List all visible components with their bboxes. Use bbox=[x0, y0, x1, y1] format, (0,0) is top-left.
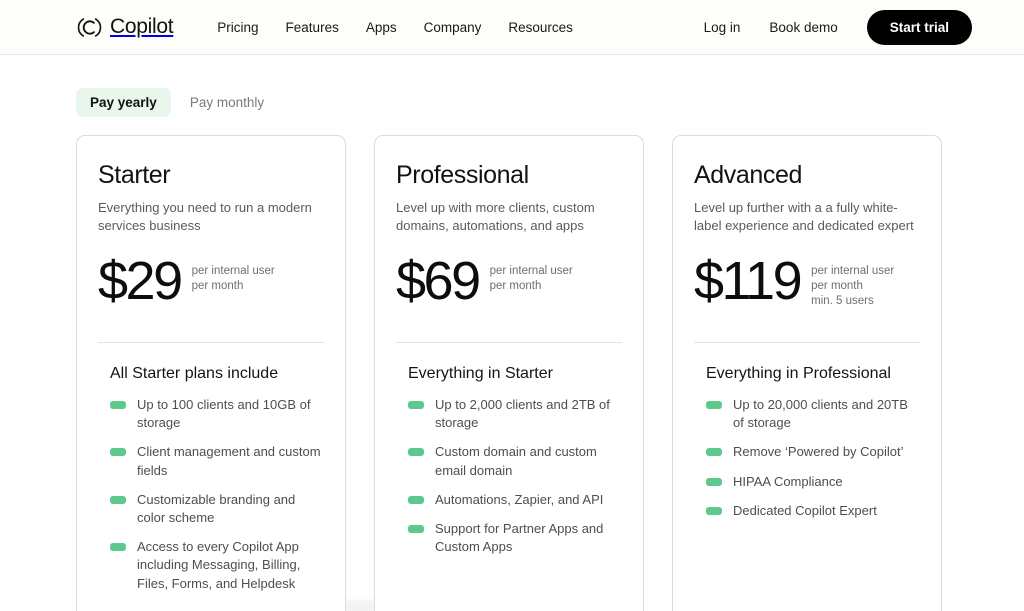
feature-text: Custom domain and custom email domain bbox=[435, 443, 622, 479]
plan-features-title: All Starter plans include bbox=[110, 365, 324, 383]
card-divider bbox=[98, 342, 324, 343]
feature-text: Support for Partner Apps and Custom Apps bbox=[435, 520, 622, 556]
feature-item: Custom domain and custom email domain bbox=[408, 443, 622, 479]
plan-price-row: $69 per internal user per month bbox=[396, 256, 622, 320]
plan-price-row: $29 per internal user per month bbox=[98, 256, 324, 320]
check-dash-icon bbox=[110, 543, 126, 551]
feature-item: Automations, Zapier, and API bbox=[408, 491, 622, 509]
check-dash-icon bbox=[706, 507, 722, 515]
nav-item-company[interactable]: Company bbox=[424, 20, 482, 35]
check-dash-icon bbox=[408, 448, 424, 456]
nav-item-features[interactable]: Features bbox=[286, 20, 339, 35]
card-divider bbox=[694, 342, 920, 343]
feature-text: Client management and custom fields bbox=[137, 443, 324, 479]
feature-text: Up to 20,000 clients and 20TB of storage bbox=[733, 396, 920, 432]
check-dash-icon bbox=[408, 525, 424, 533]
toggle-pay-yearly[interactable]: Pay yearly bbox=[76, 88, 171, 117]
billing-period-toggle: Pay yearly Pay monthly bbox=[0, 55, 1024, 117]
plan-price-meta: per internal user per month bbox=[192, 256, 275, 294]
pricing-grid: Starter Everything you need to run a mod… bbox=[0, 117, 1024, 611]
nav-item-pricing[interactable]: Pricing bbox=[217, 20, 258, 35]
plan-price: $69 bbox=[396, 256, 479, 308]
plan-card-professional[interactable]: Professional Level up with more clients,… bbox=[374, 135, 644, 611]
site-header: Copilot Pricing Features Apps Company Re… bbox=[0, 0, 1024, 55]
feature-item: Remove ‘Powered by Copilot’ bbox=[706, 443, 920, 461]
plan-card-starter[interactable]: Starter Everything you need to run a mod… bbox=[76, 135, 346, 611]
check-dash-icon bbox=[408, 496, 424, 504]
feature-text: Remove ‘Powered by Copilot’ bbox=[733, 443, 904, 461]
toggle-pay-monthly[interactable]: Pay monthly bbox=[176, 88, 278, 117]
price-meta-line: per internal user bbox=[490, 264, 573, 279]
feature-text: Dedicated Copilot Expert bbox=[733, 502, 877, 520]
feature-text: HIPAA Compliance bbox=[733, 473, 843, 491]
feature-text: Access to every Copilot App including Me… bbox=[137, 538, 324, 593]
feature-text: Customizable branding and color scheme bbox=[137, 491, 324, 527]
check-dash-icon bbox=[706, 448, 722, 456]
plan-name: Starter bbox=[98, 161, 324, 190]
feature-item: HIPAA Compliance bbox=[706, 473, 920, 491]
feature-item: Customizable branding and color scheme bbox=[110, 491, 324, 527]
plan-price: $29 bbox=[98, 256, 181, 308]
header-actions: Log in Book demo Start trial bbox=[704, 10, 972, 45]
plan-features-title: Everything in Professional bbox=[706, 365, 920, 383]
check-dash-icon bbox=[110, 496, 126, 504]
login-link[interactable]: Log in bbox=[704, 20, 741, 35]
plan-feature-list: Up to 2,000 clients and 2TB of storage C… bbox=[408, 396, 622, 556]
brand-logo-link[interactable]: Copilot bbox=[76, 14, 173, 41]
plan-feature-list: Up to 100 clients and 10GB of storage Cl… bbox=[110, 396, 324, 593]
brand-name: Copilot bbox=[110, 15, 173, 39]
plan-price-row: $119 per internal user per month min. 5 … bbox=[694, 256, 920, 320]
price-meta-line: per month bbox=[811, 279, 894, 294]
check-dash-icon bbox=[408, 401, 424, 409]
feature-item: Client management and custom fields bbox=[110, 443, 324, 479]
plan-price: $119 bbox=[694, 256, 800, 308]
feature-text: Up to 100 clients and 10GB of storage bbox=[137, 396, 324, 432]
check-dash-icon bbox=[110, 401, 126, 409]
nav-item-resources[interactable]: Resources bbox=[508, 20, 573, 35]
nav-item-apps[interactable]: Apps bbox=[366, 20, 397, 35]
card-divider bbox=[396, 342, 622, 343]
plan-features-title: Everything in Starter bbox=[408, 365, 622, 383]
plan-price-meta: per internal user per month bbox=[490, 256, 573, 294]
plan-description: Level up with more clients, custom domai… bbox=[396, 199, 622, 237]
book-demo-link[interactable]: Book demo bbox=[769, 20, 837, 35]
feature-item: Up to 100 clients and 10GB of storage bbox=[110, 396, 324, 432]
feature-text: Automations, Zapier, and API bbox=[435, 491, 603, 509]
copilot-logo-icon bbox=[76, 14, 103, 41]
plan-name: Professional bbox=[396, 161, 622, 190]
check-dash-icon bbox=[706, 401, 722, 409]
price-meta-line: per internal user bbox=[192, 264, 275, 279]
feature-item: Up to 2,000 clients and 2TB of storage bbox=[408, 396, 622, 432]
plan-price-meta: per internal user per month min. 5 users bbox=[811, 256, 894, 310]
feature-item: Access to every Copilot App including Me… bbox=[110, 538, 324, 593]
start-trial-button[interactable]: Start trial bbox=[867, 10, 972, 45]
price-meta-line: per month bbox=[490, 279, 573, 294]
check-dash-icon bbox=[110, 448, 126, 456]
plan-name: Advanced bbox=[694, 161, 920, 190]
plan-card-advanced[interactable]: Advanced Level up further with a a fully… bbox=[672, 135, 942, 611]
price-meta-line: per month bbox=[192, 279, 275, 294]
price-meta-line: per internal user bbox=[811, 264, 894, 279]
price-meta-line: min. 5 users bbox=[811, 294, 894, 309]
feature-item: Up to 20,000 clients and 20TB of storage bbox=[706, 396, 920, 432]
feature-text: Up to 2,000 clients and 2TB of storage bbox=[435, 396, 622, 432]
main-nav: Pricing Features Apps Company Resources bbox=[217, 20, 573, 35]
plan-description: Everything you need to run a modern serv… bbox=[98, 199, 324, 237]
feature-item: Dedicated Copilot Expert bbox=[706, 502, 920, 520]
check-dash-icon bbox=[706, 478, 722, 486]
plan-description: Level up further with a a fully white-la… bbox=[694, 199, 920, 237]
feature-item: Support for Partner Apps and Custom Apps bbox=[408, 520, 622, 556]
plan-feature-list: Up to 20,000 clients and 20TB of storage… bbox=[706, 396, 920, 520]
